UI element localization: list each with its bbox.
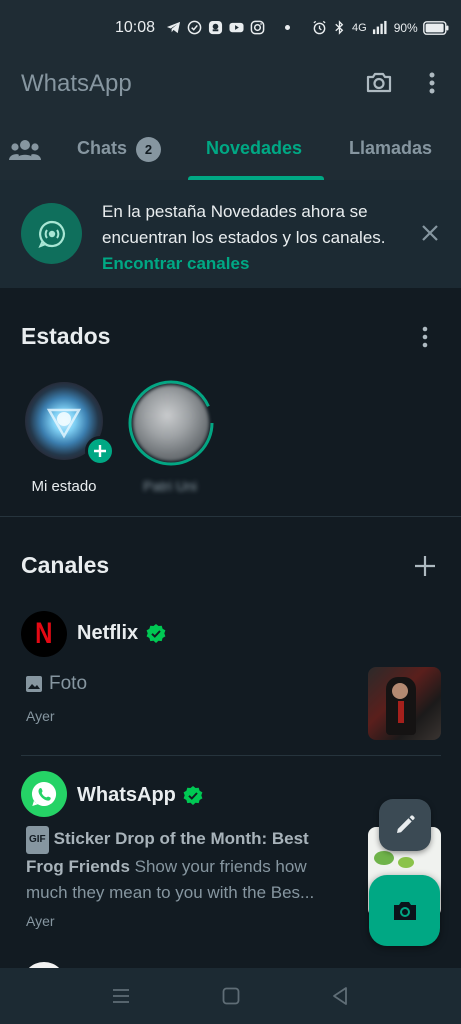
- new-text-status-button[interactable]: [379, 799, 431, 851]
- section-divider: [0, 516, 461, 517]
- more-vert-icon[interactable]: [416, 324, 434, 350]
- chats-unread-badge: 2: [136, 137, 161, 162]
- verified-icon: [146, 624, 166, 643]
- gif-tag: GIF: [26, 826, 49, 854]
- more-notifications-dot: [285, 25, 290, 30]
- channels-section-title: Canales: [21, 552, 110, 578]
- banner-message: En la pestaña Novedades ahora se encuent…: [102, 202, 386, 247]
- camera-icon[interactable]: [365, 68, 393, 96]
- media-label: Foto: [49, 673, 88, 694]
- network-type: 4G: [352, 21, 367, 34]
- netflix-logo-avatar: N: [21, 611, 67, 657]
- add-status-badge[interactable]: [85, 436, 115, 466]
- message-thumbnail: [368, 667, 441, 740]
- check-circle-icon: [187, 20, 202, 35]
- telegram-icon: [166, 21, 181, 34]
- nav-back-icon[interactable]: [329, 985, 353, 1007]
- battery-icon: [422, 20, 449, 35]
- last-message: GIF Sticker Drop of the Month: Best Frog …: [26, 826, 351, 906]
- close-icon[interactable]: [418, 221, 442, 245]
- pencil-icon: [397, 815, 415, 833]
- alarm-icon: [313, 20, 326, 35]
- community-icon[interactable]: [8, 138, 42, 162]
- channel-name: WhatsApp: [77, 784, 176, 806]
- app-icon: [208, 20, 223, 35]
- contact-status[interactable]: Patri Uni: [120, 380, 220, 494]
- whatsapp-updates-screen: 10:08 4G 90% WhatsApp Chats 2 Novedades …: [0, 0, 461, 1024]
- channel-time: Ayer: [26, 913, 55, 929]
- app-header: WhatsApp: [0, 58, 461, 110]
- system-icons: 4G 90%: [312, 20, 449, 35]
- tab-chats[interactable]: Chats: [77, 138, 127, 159]
- tab-llamadas[interactable]: Llamadas: [349, 138, 432, 159]
- youtube-icon: [229, 22, 244, 33]
- channel-divider: [21, 755, 441, 756]
- add-icon: [94, 445, 106, 457]
- instagram-icon: [250, 20, 265, 35]
- nav-menu-icon[interactable]: [109, 985, 133, 1007]
- status-label: Patri Uni: [143, 478, 197, 494]
- signal-icon: [372, 20, 387, 35]
- avatar: [133, 385, 209, 461]
- app-title: WhatsApp: [21, 70, 132, 97]
- image-icon: [26, 676, 42, 692]
- last-message: Foto: [25, 673, 87, 695]
- banner-text: En la pestaña Novedades ahora se encuent…: [102, 199, 392, 277]
- system-navigation-bar: [0, 968, 461, 1024]
- channel-time: Ayer: [26, 708, 55, 724]
- channel-icon: [21, 203, 82, 264]
- status-ring: [128, 380, 214, 466]
- bluetooth-icon: [335, 20, 344, 35]
- camera-icon: [393, 901, 416, 920]
- status-section-title: Estados: [21, 323, 111, 349]
- verified-icon: [183, 786, 203, 805]
- updates-info-banner: En la pestaña Novedades ahora se encuent…: [0, 180, 461, 288]
- notification-icons: [166, 20, 294, 35]
- status-time: 10:08: [115, 19, 156, 36]
- add-icon[interactable]: [414, 555, 436, 577]
- channel-name: Netflix: [77, 622, 139, 644]
- tab-novedades[interactable]: Novedades: [206, 138, 302, 159]
- tab-bar: Chats 2 Novedades Llamadas: [0, 110, 461, 180]
- my-status[interactable]: Mi estado: [14, 380, 115, 495]
- camera-status-button[interactable]: [369, 875, 440, 946]
- more-vert-icon[interactable]: [421, 70, 443, 96]
- nav-home-icon[interactable]: [219, 985, 243, 1007]
- my-status-avatar-wrap: [23, 382, 115, 466]
- whatsapp-logo-avatar: [21, 771, 67, 817]
- battery-percent: 90%: [393, 20, 418, 35]
- find-channels-link[interactable]: Encontrar canales: [102, 254, 249, 273]
- status-label: Mi estado: [31, 478, 97, 495]
- status-bar: 10:08 4G 90%: [0, 0, 461, 58]
